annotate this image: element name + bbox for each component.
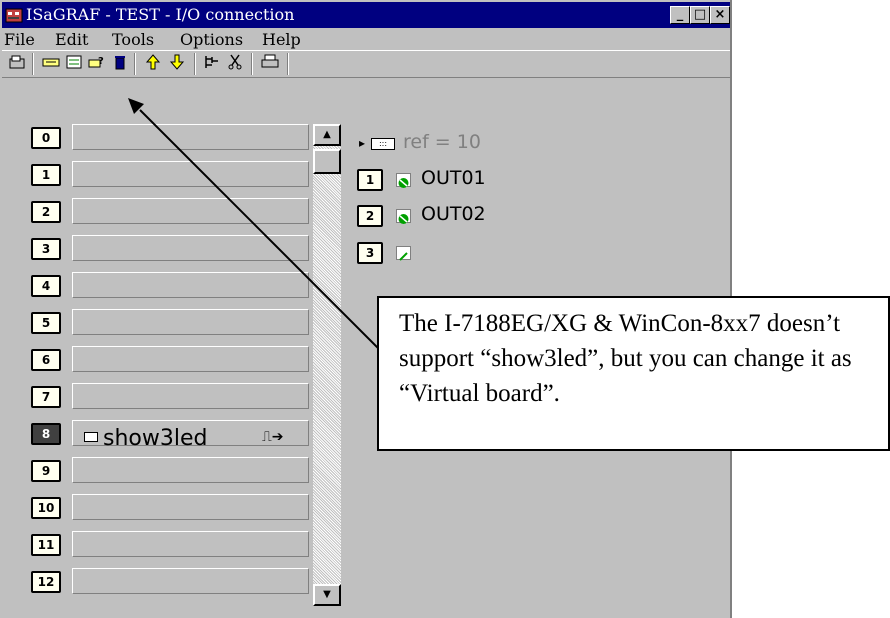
slot-row-12[interactable] <box>72 568 309 594</box>
menu-file[interactable]: File <box>4 30 35 49</box>
slot-number-12[interactable]: 12 <box>31 571 61 593</box>
slot-number-11[interactable]: 11 <box>31 534 61 556</box>
slot-number-1[interactable]: 1 <box>31 164 61 186</box>
move-down-icon[interactable] <box>166 54 188 74</box>
slot-row-3[interactable] <box>72 235 309 261</box>
channel-number-3[interactable]: 3 <box>357 242 383 264</box>
close-button[interactable]: × <box>710 6 730 24</box>
window-title: ISaGRAF - TEST - I/O connection <box>26 5 295 24</box>
annotation-text: The I-7188EG/XG & WinCon-8xx7 doesn’t su… <box>399 310 852 407</box>
slot-row-4[interactable] <box>72 272 309 298</box>
menu-help[interactable]: Help <box>262 30 301 49</box>
svg-text:?: ? <box>98 56 104 67</box>
minimize-button[interactable]: _ <box>670 6 690 24</box>
slot-row-10[interactable] <box>72 494 309 520</box>
delete-icon[interactable] <box>109 54 131 74</box>
output-variable-icon <box>396 173 411 188</box>
annotation-callout: The I-7188EG/XG & WinCon-8xx7 doesn’t su… <box>377 296 890 451</box>
slot-row-9[interactable] <box>72 457 309 483</box>
slot-number-9[interactable]: 9 <box>31 460 61 482</box>
channel-variable-out02[interactable]: OUT02 <box>421 203 486 225</box>
board-ref-label: ref = 10 <box>403 131 481 153</box>
expand-arrow-icon[interactable]: ▸ <box>359 136 365 150</box>
slot-number-5[interactable]: 5 <box>31 312 61 334</box>
slot-row-7[interactable] <box>72 383 309 409</box>
slot-number-0[interactable]: 0 <box>31 127 61 149</box>
board-type-icon <box>84 432 98 442</box>
print-icon[interactable] <box>259 54 281 74</box>
scroll-down-button[interactable]: ▼ <box>313 584 341 606</box>
slot-number-7[interactable]: 7 <box>31 386 61 408</box>
slot-number-6[interactable]: 6 <box>31 349 61 371</box>
slot-row-11[interactable] <box>72 531 309 557</box>
slot-number-4[interactable]: 4 <box>31 275 61 297</box>
cut-icon[interactable] <box>224 54 246 74</box>
board-icon[interactable] <box>40 54 62 74</box>
scroll-thumb[interactable] <box>313 149 341 174</box>
slot-row-5[interactable] <box>72 309 309 335</box>
output-variable-icon <box>396 209 411 224</box>
channel-variable-out01[interactable]: OUT01 <box>421 167 486 189</box>
slot-row-1[interactable] <box>72 161 309 187</box>
slot-number-3[interactable]: 3 <box>31 238 61 260</box>
menu-tools[interactable]: Tools <box>112 30 154 49</box>
menu-options[interactable]: Options <box>180 30 243 49</box>
channel-number-1[interactable]: 1 <box>357 169 383 191</box>
maximize-button[interactable]: □ <box>690 6 710 24</box>
configure-board-icon[interactable] <box>63 54 85 74</box>
board-ref-icon: ::: <box>371 138 395 150</box>
slot-number-2[interactable]: 2 <box>31 201 61 223</box>
slot-row-6[interactable] <box>72 346 309 372</box>
slot-row-2[interactable] <box>72 198 309 224</box>
slot-number-8[interactable]: 8 <box>31 423 61 445</box>
toolbar: ? <box>2 50 730 78</box>
move-up-icon[interactable] <box>142 54 164 74</box>
menu-edit[interactable]: Edit <box>55 30 88 49</box>
slot-row-0[interactable] <box>72 124 309 150</box>
menu-bar: File Edit Tools Options Help <box>2 28 730 50</box>
title-bar[interactable]: ISaGRAF - TEST - I/O connection _ □ × <box>2 2 730 28</box>
scroll-up-button[interactable]: ▲ <box>313 124 341 146</box>
board-params-icon[interactable]: ? <box>86 54 108 74</box>
slot-number-10[interactable]: 10 <box>31 497 61 519</box>
isagraf-app-icon[interactable] <box>5 6 23 24</box>
channel-number-2[interactable]: 2 <box>357 205 383 227</box>
board-output-arrow-icon: ⎍➔ <box>262 429 284 445</box>
open-icon[interactable] <box>6 54 28 74</box>
connect-icon[interactable] <box>201 54 223 74</box>
empty-variable-icon <box>396 246 411 261</box>
board-name-show3led[interactable]: show3led <box>103 426 207 451</box>
vertical-scrollbar[interactable] <box>313 124 341 606</box>
